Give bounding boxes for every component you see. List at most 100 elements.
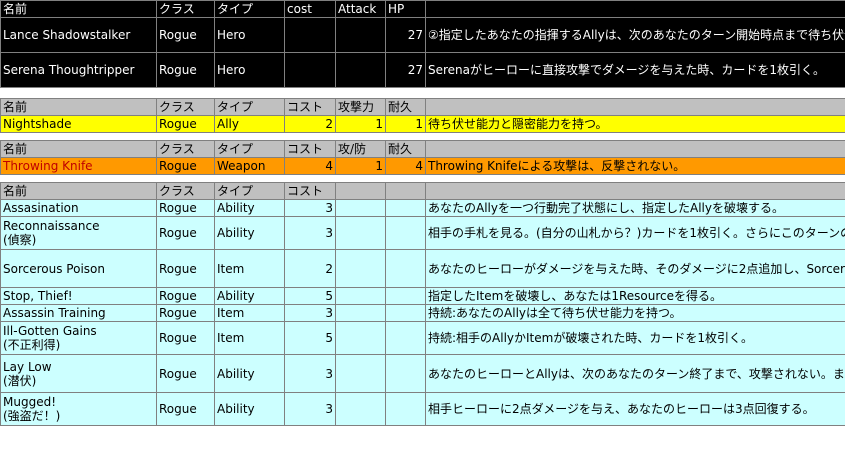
- abilities-col-cost: 3: [284, 304, 336, 322]
- heroes-header-class: クラス: [156, 0, 215, 18]
- abilities-col-attack: [335, 199, 386, 217]
- abilities-header-cost: コスト: [284, 182, 336, 200]
- spacer-row: [0, 132, 845, 141]
- abilities-col-hp: [385, 249, 426, 288]
- allies-col-class: Rogue: [156, 115, 215, 133]
- heroes-row: Serena Thoughtripper Rogue Hero 27 Serenaがヒー…: [0, 52, 845, 88]
- abilities-col-type: Item: [214, 321, 285, 355]
- abilities-col-type: Ability: [214, 392, 285, 426]
- abilities-header-text: [425, 182, 845, 200]
- abilities-col-attack: [335, 216, 386, 250]
- heroes-col-cost: [284, 52, 336, 88]
- abilities-col-attack: [335, 249, 386, 288]
- allies-header-hp: 耐久: [385, 98, 426, 116]
- spacer-cell: [0, 174, 845, 183]
- spacer-row: [0, 87, 845, 99]
- weapons-header-cost: コスト: [284, 140, 336, 158]
- abilities-col-cost: 3: [284, 392, 336, 426]
- weapons-header-attack: 攻/防: [335, 140, 386, 158]
- abilities-col-attack: [335, 392, 386, 426]
- abilities-col-type: Item: [214, 249, 285, 288]
- abilities-col-hp: [385, 216, 426, 250]
- abilities-header-attack: [335, 182, 386, 200]
- abilities-col-class: Rogue: [156, 199, 215, 217]
- allies-col-name: Nightshade: [0, 115, 157, 133]
- weapons-row: Throwing Knife Rogue Weapon 4 1 4 Throwing Kni…: [0, 157, 845, 175]
- spacer-cell: [0, 132, 845, 141]
- abilities-row: Ill-Gotten Gains (不正利得) Rogue Item 5 持続:相手のAl…: [0, 321, 845, 355]
- heroes-col-name: Lance Shadowstalker: [0, 17, 157, 53]
- abilities-col-text: あなたのAllyを一つ行動完了状態にし、指定したAllyを破壊する。: [425, 199, 845, 217]
- abilities-col-cost: 3: [284, 354, 336, 393]
- weapons-header-hp: 耐久: [385, 140, 426, 158]
- abilities-header-hp: [385, 182, 426, 200]
- abilities-col-class: Rogue: [156, 249, 215, 288]
- abilities-col-text: 相手ヒーローに2点ダメージを与え、あなたのヒーローは3点回復する。: [425, 392, 845, 426]
- heroes-header-hp: HP: [385, 0, 426, 18]
- abilities-col-class: Rogue: [156, 287, 215, 305]
- abilities-col-type: Item: [214, 304, 285, 322]
- abilities-header-class: クラス: [156, 182, 215, 200]
- heroes-header-type: タイプ: [214, 0, 285, 18]
- heroes-col-class: Rogue: [156, 17, 215, 53]
- heroes-header-cost: cost: [284, 0, 336, 18]
- allies-col-type: Ally: [214, 115, 285, 133]
- abilities-row: Lay Low (潜伏) Rogue Ability 3 あなたのヒーローとAllyは、次…: [0, 354, 845, 393]
- abilities-header-name: 名前: [0, 182, 157, 200]
- abilities-col-attack: [335, 304, 386, 322]
- heroes-header-row: 名前 クラス タイプ cost Attack HP: [0, 0, 845, 18]
- abilities-row: Mugged! (強盗だ！) Rogue Ability 3 相手ヒーローに2点ダメージを…: [0, 392, 845, 426]
- abilities-col-name: Assassin Training: [0, 304, 157, 322]
- heroes-row: Lance Shadowstalker Rogue Hero 27 ②指定したあなたの指…: [0, 17, 845, 53]
- abilities-col-hp: [385, 304, 426, 322]
- abilities-col-class: Rogue: [156, 392, 215, 426]
- abilities-col-cost: 5: [284, 287, 336, 305]
- abilities-col-attack: [335, 287, 386, 305]
- weapons-header-name: 名前: [0, 140, 157, 158]
- allies-header-row: 名前 クラス タイプ コスト 攻撃力 耐久: [0, 98, 845, 116]
- weapons-col-class: Rogue: [156, 157, 215, 175]
- abilities-col-type: Ability: [214, 354, 285, 393]
- allies-header-type: タイプ: [214, 98, 285, 116]
- weapons-col-hp: 4: [385, 157, 426, 175]
- allies-header-attack: 攻撃力: [335, 98, 386, 116]
- abilities-header-type: タイプ: [214, 182, 285, 200]
- abilities-col-attack: [335, 354, 386, 393]
- abilities-col-type: Ability: [214, 199, 285, 217]
- abilities-row: Reconnaissance (偵察) Rogue Ability 3 相手の手札を見る。…: [0, 216, 845, 250]
- heroes-col-text: ②指定したあなたの指揮するAllyは、次のあなたのターン開始時点まで待ち伏せ能力…: [425, 17, 845, 53]
- abilities-col-class: Rogue: [156, 321, 215, 355]
- abilities-col-text: 持続:あなたのAllyは全て待ち伏せ能力を持つ。: [425, 304, 845, 322]
- abilities-row: Stop, Thief! Rogue Ability 5 指定したItemを破壊し、あな…: [0, 287, 845, 305]
- spacer-row: [0, 174, 845, 183]
- heroes-col-attack: [335, 52, 386, 88]
- heroes-header-attack: Attack: [335, 0, 386, 18]
- heroes-col-type: Hero: [214, 52, 285, 88]
- abilities-col-text: あなたのヒーローとAllyは、次のあなたのターン終了まで、攻撃されない。また、タ…: [425, 354, 845, 393]
- allies-col-hp: 1: [385, 115, 426, 133]
- abilities-col-hp: [385, 321, 426, 355]
- abilities-col-text: あなたのヒーローがダメージを与えた時、そのダメージに2点追加し、Sorcerou…: [425, 249, 845, 288]
- heroes-col-type: Hero: [214, 17, 285, 53]
- allies-header-class: クラス: [156, 98, 215, 116]
- abilities-col-name: Stop, Thief!: [0, 287, 157, 305]
- allies-col-cost: 2: [284, 115, 336, 133]
- heroes-col-text: Serenaがヒーローに直接攻撃でダメージを与えた時、カードを1枚引く。: [425, 52, 845, 88]
- weapons-header-type: タイプ: [214, 140, 285, 158]
- abilities-row: Assassin Training Rogue Item 3 持続:あなたのAllyは全…: [0, 304, 845, 322]
- abilities-col-text: 指定したItemを破壊し、あなたは1Resourceを得る。: [425, 287, 845, 305]
- abilities-col-text: 持続:相手のAllyかItemが破壊された時、カードを1枚引く。: [425, 321, 845, 355]
- abilities-col-name: Lay Low (潜伏): [0, 354, 157, 393]
- card-sheet: 名前 クラス タイプ cost Attack HP Lance Shadowstalker R…: [0, 0, 845, 426]
- spacer-cell: [0, 87, 845, 99]
- abilities-col-type: Ability: [214, 216, 285, 250]
- allies-col-text: 待ち伏せ能力と隠密能力を持つ。: [425, 115, 845, 133]
- weapons-header-row: 名前 クラス タイプ コスト 攻/防 耐久: [0, 140, 845, 158]
- allies-header-cost: コスト: [284, 98, 336, 116]
- weapons-col-text: Throwing Knifeによる攻撃は、反撃されない。: [425, 157, 845, 175]
- weapons-col-cost: 4: [284, 157, 336, 175]
- abilities-col-attack: [335, 321, 386, 355]
- abilities-col-type: Ability: [214, 287, 285, 305]
- abilities-header-row: 名前 クラス タイプ コスト: [0, 182, 845, 200]
- abilities-col-cost: 2: [284, 249, 336, 288]
